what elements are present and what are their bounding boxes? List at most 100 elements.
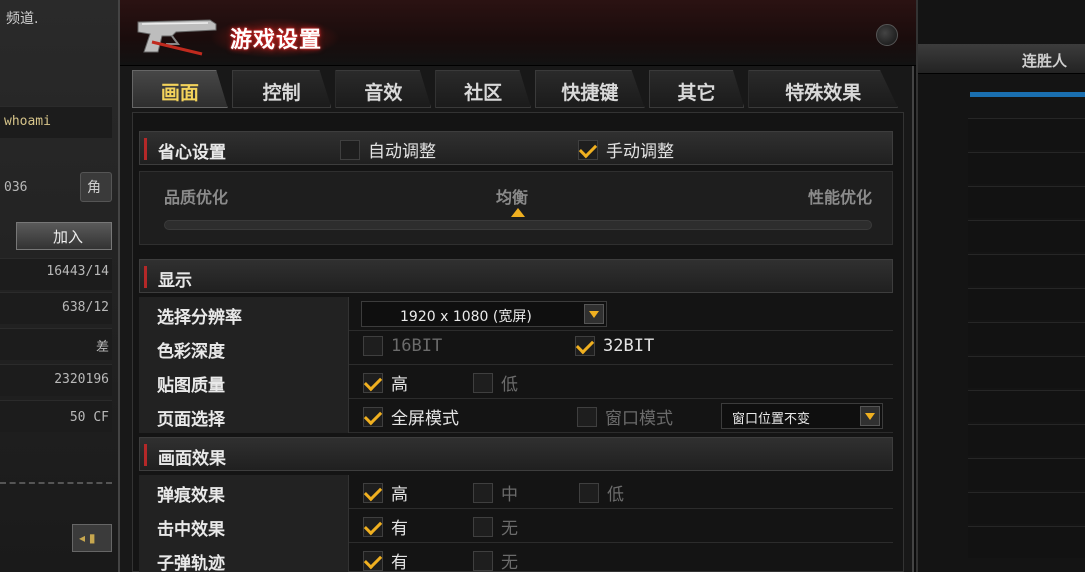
- tab-other[interactable]: 其它: [648, 70, 745, 108]
- chevron-down-icon[interactable]: [860, 406, 880, 426]
- resolution-value: 1920 x 1080 (宽屏): [400, 309, 532, 325]
- list-row: [968, 220, 1085, 252]
- list-row: [968, 390, 1085, 422]
- list-row: [968, 254, 1085, 286]
- color-16bit-option[interactable]: 16BIT: [363, 336, 442, 356]
- list-row: [968, 458, 1085, 490]
- resolution-label: 选择分辨率: [139, 297, 349, 331]
- color-16bit-label: 16BIT: [391, 336, 443, 356]
- section-bullet: [144, 266, 147, 288]
- username: whoami: [4, 114, 51, 129]
- bullet-trail-off-option[interactable]: 无: [473, 548, 518, 572]
- texture-low-option[interactable]: 低: [473, 370, 518, 395]
- stat-value: 差: [95, 340, 109, 355]
- divider: [0, 482, 112, 484]
- stat-value: 50 CF: [69, 410, 109, 425]
- display-section-title: 显示: [158, 271, 192, 291]
- tab-graphics[interactable]: 画面: [132, 70, 228, 108]
- texture-high-option[interactable]: 高: [363, 370, 408, 395]
- color-16bit-checkbox[interactable]: [363, 336, 383, 356]
- bullet-hole-low-option[interactable]: 低: [579, 480, 624, 505]
- effects-section-title: 画面效果: [158, 449, 226, 469]
- bullet-hole-low-checkbox[interactable]: [579, 482, 599, 503]
- bullet-hole-medium-checkbox[interactable]: [473, 482, 493, 503]
- hit-effect-on-option[interactable]: 有: [363, 514, 408, 539]
- hit-effect-off-checkbox[interactable]: [473, 516, 493, 537]
- manual-adjust-option[interactable]: 手动调整: [578, 137, 674, 162]
- tab-audio[interactable]: 音效: [335, 70, 432, 108]
- list-row: [968, 186, 1085, 218]
- right-background-panel: 连胜人: [916, 0, 1085, 572]
- auto-adjust-checkbox[interactable]: [340, 139, 360, 160]
- section-bullet: [144, 138, 147, 160]
- texture-high-checkbox[interactable]: [363, 372, 383, 393]
- resolution-row: 选择分辨率 1920 x 1080 (宽屏): [139, 297, 893, 331]
- slider-middle-label: 均衡: [496, 188, 529, 207]
- quality-slider-thumb[interactable]: [511, 208, 525, 217]
- list-row: [968, 322, 1085, 354]
- bullet-hole-high-option[interactable]: 高: [363, 480, 408, 505]
- texture-low-checkbox[interactable]: [473, 372, 493, 393]
- color-32bit-checkbox[interactable]: [575, 336, 595, 356]
- hit-effect-off-label: 无: [501, 519, 518, 539]
- resolution-dropdown[interactable]: 1920 x 1080 (宽屏): [361, 301, 607, 327]
- progress-bar: [970, 92, 1085, 97]
- bullet-hole-medium-option[interactable]: 中: [473, 480, 518, 505]
- window-mode-label: 页面选择: [139, 399, 349, 433]
- close-button[interactable]: [876, 24, 898, 46]
- bullet-trail-on-label: 有: [391, 553, 408, 572]
- game-settings-dialog: 游戏设置 画面 控制 音效 社区 快捷键 其它 特殊效果 省心设置 自动调整 手…: [118, 0, 916, 572]
- preset-section-header: 省心设置 自动调整 手动调整: [139, 131, 893, 165]
- bullet-hole-label: 弹痕效果: [139, 475, 349, 509]
- bullet-trail-off-checkbox[interactable]: [473, 550, 493, 571]
- hit-effect-row: 击中效果 有 无: [139, 509, 893, 543]
- color-32bit-option[interactable]: 32BIT: [575, 336, 654, 356]
- stat-value: 638/12: [62, 300, 109, 315]
- fullscreen-option[interactable]: 全屏模式: [363, 404, 459, 429]
- left-background-panel: 频道. whoami 036 角 加入 16443/14 638/12 差 23…: [0, 0, 122, 572]
- small-action-button[interactable]: 角: [80, 172, 112, 202]
- quality-slider-track[interactable]: [164, 220, 872, 230]
- list-row: [968, 118, 1085, 150]
- preset-section-title: 省心设置: [158, 143, 226, 163]
- slider-left-label: 品质优化: [164, 188, 229, 207]
- color-32bit-label: 32BIT: [603, 336, 655, 356]
- list-row: [968, 356, 1085, 388]
- display-section-header: 显示: [139, 259, 893, 293]
- fullscreen-checkbox[interactable]: [363, 406, 383, 427]
- bullet-hole-medium-label: 中: [501, 485, 518, 505]
- color-depth-label: 色彩深度: [139, 331, 349, 365]
- nav-button[interactable]: ◂ ▮: [72, 524, 112, 552]
- bullet-trail-on-option[interactable]: 有: [363, 548, 408, 572]
- color-depth-row: 色彩深度 16BIT 32BIT: [139, 331, 893, 365]
- list-row: [968, 424, 1085, 456]
- chevron-down-icon[interactable]: [584, 304, 604, 324]
- window-position-dropdown[interactable]: 窗口位置不变: [721, 403, 883, 429]
- list-row: [968, 492, 1085, 524]
- manual-adjust-checkbox[interactable]: [578, 139, 598, 160]
- texture-quality-label: 贴图质量: [139, 365, 349, 399]
- tab-special-effects[interactable]: 特殊效果: [748, 70, 899, 108]
- stat-value: 16443/14: [46, 264, 109, 279]
- hit-effect-off-option[interactable]: 无: [473, 514, 518, 539]
- join-button[interactable]: 加入: [16, 222, 112, 250]
- hit-effect-on-checkbox[interactable]: [363, 516, 383, 537]
- title-bar[interactable]: 游戏设置: [120, 0, 916, 66]
- windowed-option[interactable]: 窗口模式: [577, 404, 673, 429]
- bullet-hole-high-label: 高: [391, 485, 408, 505]
- bullet-hole-high-checkbox[interactable]: [363, 482, 383, 503]
- windowed-checkbox[interactable]: [577, 406, 597, 427]
- pistol-icon: [137, 19, 217, 56]
- texture-quality-row: 贴图质量 高 低: [139, 365, 893, 399]
- texture-high-label: 高: [391, 375, 408, 395]
- tab-controls[interactable]: 控制: [231, 70, 332, 108]
- list-row: [968, 288, 1085, 320]
- tab-community[interactable]: 社区: [435, 70, 531, 108]
- fullscreen-label: 全屏模式: [391, 409, 459, 429]
- bullet-trail-on-checkbox[interactable]: [363, 550, 383, 571]
- quality-slider-box: 品质优化 均衡 性能优化: [139, 171, 893, 245]
- texture-low-label: 低: [501, 375, 518, 395]
- auto-adjust-option[interactable]: 自动调整: [340, 137, 436, 162]
- bullet-hole-row: 弹痕效果 高 中 低: [139, 475, 893, 509]
- tab-hotkeys[interactable]: 快捷键: [534, 70, 645, 108]
